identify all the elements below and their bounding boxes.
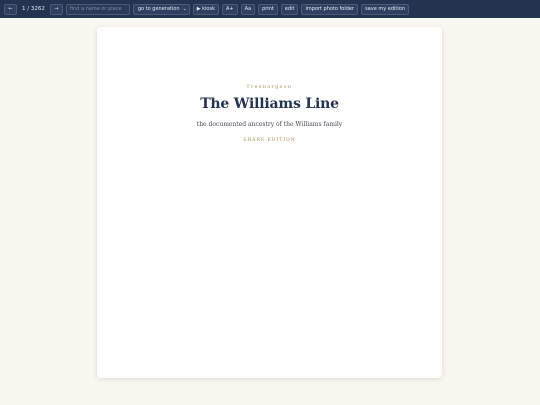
title-page: Treeborgoon The Williams Line the docume…	[97, 27, 442, 378]
save-edition-button[interactable]: save my edition	[361, 3, 409, 15]
import-button-label: import photo folder	[305, 6, 355, 12]
font-bigger-button[interactable]: A+	[221, 3, 238, 15]
page-subtitle: the documented ancestry of the Williams …	[196, 121, 343, 128]
top-toolbar: ← 1 / 3262 → go to generation ⌄ ▶ kiosk …	[0, 0, 540, 18]
chevron-down-icon: ⌄	[182, 6, 187, 12]
page-title: The Williams Line	[200, 96, 339, 112]
generation-select[interactable]: go to generation ⌄	[132, 3, 190, 15]
arrow-left-icon: ←	[8, 6, 13, 12]
save-button-label: save my edition	[365, 6, 405, 12]
next-page-button[interactable]: →	[49, 3, 63, 15]
import-photo-folder-button[interactable]: import photo folder	[301, 3, 359, 15]
page-counter: 1 / 3262	[22, 6, 45, 12]
print-button[interactable]: print	[258, 3, 278, 15]
prev-page-button[interactable]: ←	[4, 3, 17, 15]
kiosk-button[interactable]: ▶ kiosk	[192, 3, 219, 15]
kiosk-button-label: ▶ kiosk	[196, 6, 215, 12]
font-style-label: Aa	[244, 6, 252, 12]
share-edition-link[interactable]: SHARE EDITION	[97, 138, 442, 143]
font-bigger-label: A+	[225, 6, 234, 12]
generation-select-value: go to generation	[137, 6, 180, 12]
print-button-label: print	[262, 6, 274, 12]
edit-button-label: edit	[284, 6, 295, 12]
search-input[interactable]	[65, 3, 130, 15]
edit-button[interactable]: edit	[280, 3, 299, 15]
site-brand: Treeborgoon	[246, 85, 293, 90]
font-style-button[interactable]: Aa	[240, 3, 256, 15]
arrow-right-icon: →	[54, 6, 59, 12]
